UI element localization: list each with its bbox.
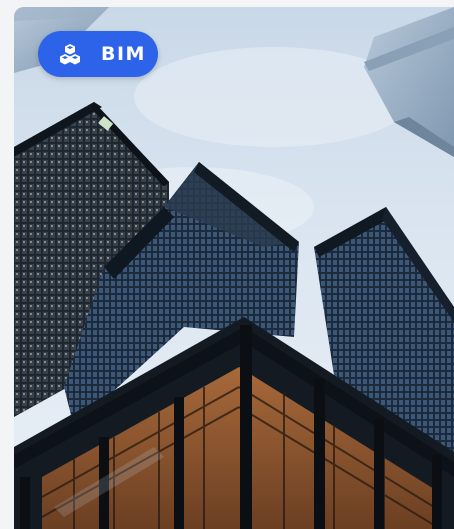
cubes-icon	[58, 42, 82, 66]
bim-badge[interactable]: BIM	[38, 31, 158, 77]
badge-label: BIM	[101, 43, 146, 65]
project-card[interactable]: BIM	[14, 7, 454, 529]
skyscrapers-photo	[14, 7, 454, 529]
